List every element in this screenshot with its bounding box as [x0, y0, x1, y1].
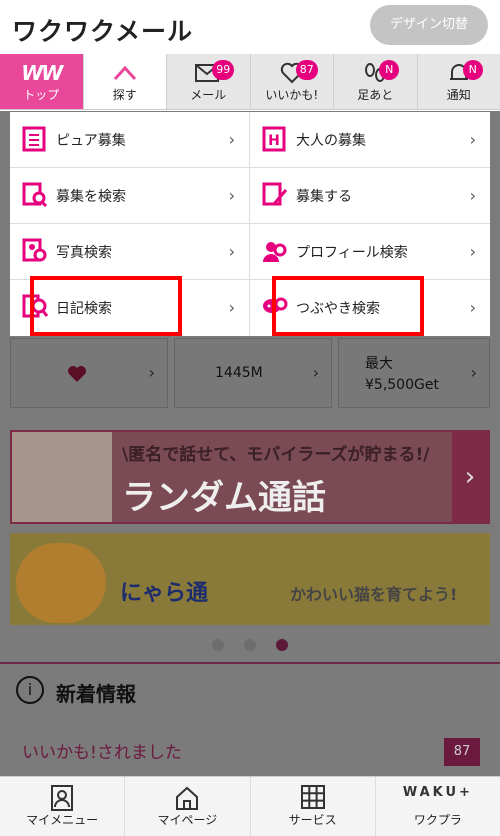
notify-badge: N [462, 60, 483, 80]
mail-badge: 99 [212, 60, 235, 80]
nav-label: 探す [112, 88, 137, 102]
nav-top[interactable]: WW トップ [0, 54, 84, 109]
carousel-dot[interactable] [244, 639, 256, 651]
nav-search[interactable]: 探す [83, 54, 167, 109]
bell-icon [418, 60, 500, 86]
mail-icon [167, 60, 250, 86]
points-value: 1445M [215, 365, 263, 381]
tab-label: マイページ [157, 813, 218, 827]
heart-icon [251, 60, 334, 86]
banner-subtitle: かわいい猫を育てよう! [290, 585, 458, 604]
stat-reward[interactable]: 最大 ¥5,500Get › [338, 338, 490, 408]
write-icon [262, 182, 288, 208]
reward-line1: 最大 [365, 356, 393, 372]
menu-item-adult[interactable]: H 大人の募集 › [250, 112, 490, 168]
nav-notify[interactable]: N 通知 [418, 54, 500, 109]
chevron-right-icon: › [469, 186, 476, 205]
highlight-tweet-search [272, 276, 424, 336]
chevron-up-icon [84, 60, 167, 86]
h-icon: H [262, 126, 288, 152]
stat-like[interactable]: › [10, 338, 168, 408]
photo-search-icon [22, 238, 48, 264]
chevron-right-icon: › [228, 130, 235, 149]
nav-label: メール [190, 88, 227, 102]
menu-item-label: 募集を検索 [56, 189, 126, 205]
bottom-tab-bar: マイメニュー マイページ サービス WAKU+ ワクプラ [0, 776, 500, 836]
main-nav: WW トップ 探す 99 メール 87 いいかも! N 足あと N 通知 [0, 54, 500, 110]
app-logo[interactable]: ワクワクメール [12, 12, 193, 48]
reward-line2: ¥5,500Get [365, 377, 439, 393]
chevron-right-icon: › [469, 130, 476, 149]
header: ワクワクメール デザイン切替 [0, 0, 500, 54]
news-item-text: いいかも!されました [22, 743, 182, 763]
chevron-right-icon: › [148, 363, 155, 382]
chevron-right-icon: › [312, 363, 319, 382]
nav-label: トップ [23, 88, 60, 102]
news-title: 新着情報 [56, 682, 136, 706]
banner-photo [12, 432, 112, 522]
tab-my-page[interactable]: マイページ [125, 777, 251, 836]
carousel-dot-active[interactable] [276, 639, 288, 651]
carousel-dot[interactable] [212, 639, 224, 651]
news-item[interactable]: いいかも!されました 87 [0, 714, 500, 776]
svg-text:H: H [268, 133, 280, 149]
search-document-icon [22, 182, 48, 208]
grid-icon [251, 785, 375, 811]
highlight-diary-search [30, 276, 182, 336]
tab-label: ワクプラ [413, 813, 462, 827]
menu-item-profile-search[interactable]: プロフィール検索 › [250, 224, 490, 280]
tab-my-menu[interactable]: マイメニュー [0, 777, 126, 836]
menu-item-label: 募集する [296, 189, 352, 205]
nav-footprint[interactable]: N 足あと [334, 54, 418, 109]
chevron-right-icon: › [228, 242, 235, 261]
home-icon [125, 785, 249, 811]
menu-item-label: 大人の募集 [296, 133, 366, 149]
menu-item-photo-search[interactable]: 写真検索 › [10, 224, 250, 280]
nav-mail[interactable]: 99 メール [167, 54, 251, 109]
cat-illustration [16, 543, 106, 623]
footprint-icon [334, 60, 417, 86]
nav-label: 足あと [357, 88, 394, 102]
news-header: i 新着情報 [0, 662, 500, 714]
menu-item-label: プロフィール検索 [296, 245, 408, 261]
tab-label: マイメニュー [26, 813, 99, 827]
random-call-banner[interactable]: \匿名で話せて、モバイラーズが貯まる!/ ランダム通話 › [10, 430, 490, 524]
tab-service[interactable]: サービス [251, 777, 376, 836]
profile-search-icon [262, 238, 288, 264]
banner-title: ランダム通話 [122, 478, 326, 518]
nyaratsu-banner[interactable]: にゃら通 かわいい猫を育てよう! [10, 533, 490, 625]
nav-label: いいかも! [265, 88, 319, 102]
chevron-right-icon: › [469, 242, 476, 261]
banner-subtitle: \匿名で話せて、モバイラーズが貯まる!/ [122, 445, 430, 465]
menu-item-search-recruit[interactable]: 募集を検索 › [10, 168, 250, 224]
chevron-right-icon: › [469, 298, 476, 317]
ww-logo-icon: WW [21, 61, 63, 85]
menu-item-label: 写真検索 [56, 245, 112, 261]
design-switch-button[interactable]: デザイン切替 [370, 5, 488, 45]
chevron-right-icon: › [470, 363, 477, 382]
chevron-right-icon: › [228, 186, 235, 205]
menu-item-pure[interactable]: ピュア募集 › [10, 112, 250, 168]
person-card-icon [0, 785, 124, 811]
nav-like[interactable]: 87 いいかも! [251, 54, 334, 109]
info-icon: i [16, 676, 44, 704]
nav-label: 通知 [446, 88, 471, 102]
document-icon [22, 126, 48, 152]
news-item-badge: 87 [444, 738, 480, 766]
carousel-dots [0, 636, 500, 655]
menu-item-label: ピュア募集 [56, 133, 126, 149]
tab-wakupura[interactable]: WAKU+ ワクプラ [376, 777, 500, 836]
chevron-right-icon: › [228, 298, 235, 317]
stat-points[interactable]: 1445M › [174, 338, 332, 408]
waku-plus-logo: WAKU+ [402, 785, 473, 800]
chevron-right-icon: › [452, 432, 488, 522]
menu-item-post-recruit[interactable]: 募集する › [250, 168, 490, 224]
like-badge: 87 [295, 60, 318, 80]
tab-label: サービス [288, 813, 337, 827]
heart-icon [67, 365, 87, 387]
banner-title: にゃら通 [120, 581, 209, 606]
